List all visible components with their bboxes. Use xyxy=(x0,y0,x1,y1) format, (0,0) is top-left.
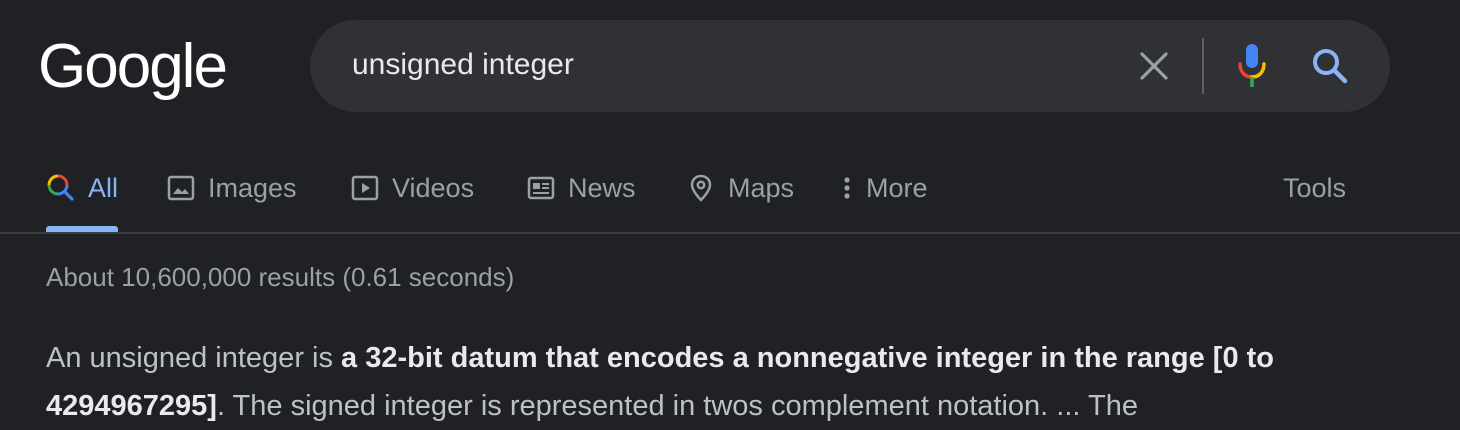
featured-snippet: An unsigned integer is a 32-bit datum th… xyxy=(46,334,1346,430)
newspaper-icon xyxy=(526,173,556,203)
search-results-page: Google unsigned integer All Images Video… xyxy=(0,0,1460,430)
map-pin-icon xyxy=(686,173,716,203)
snippet-text-start: An unsigned integer is xyxy=(46,342,342,374)
result-stats: About 10,600,000 results (0.61 seconds) xyxy=(46,262,515,292)
search-bar-divider xyxy=(1202,38,1204,94)
search-tabs: All Images Videos News Maps More Tools xyxy=(0,150,1460,232)
tab-more-label: More xyxy=(866,172,928,203)
close-icon[interactable] xyxy=(1130,46,1178,86)
tab-maps-label: Maps xyxy=(728,172,795,203)
tabs-divider xyxy=(0,232,1460,234)
snippet-text-end: . The signed integer is represented in t… xyxy=(216,390,1138,422)
play-icon xyxy=(350,173,380,203)
tab-images-label: Images xyxy=(208,172,297,203)
kebab-menu-icon xyxy=(840,173,854,203)
tab-videos-label: Videos xyxy=(392,172,475,203)
tab-more[interactable]: More xyxy=(840,168,928,208)
tab-news[interactable]: News xyxy=(526,168,636,208)
image-icon xyxy=(166,173,196,203)
tab-maps[interactable]: Maps xyxy=(686,168,794,208)
tab-images[interactable]: Images xyxy=(166,168,297,208)
tab-all[interactable]: All xyxy=(46,168,118,208)
search-input[interactable] xyxy=(352,42,1112,88)
search-icon xyxy=(46,173,76,203)
search-bar[interactable] xyxy=(310,20,1390,112)
tools-button[interactable]: Tools xyxy=(1283,168,1346,208)
tab-news-label: News xyxy=(568,172,636,203)
search-icon[interactable] xyxy=(1306,42,1354,90)
tab-videos[interactable]: Videos xyxy=(350,168,474,208)
microphone-icon[interactable] xyxy=(1228,42,1276,90)
google-logo[interactable]: Google xyxy=(38,30,228,110)
tab-all-label: All xyxy=(88,172,119,203)
